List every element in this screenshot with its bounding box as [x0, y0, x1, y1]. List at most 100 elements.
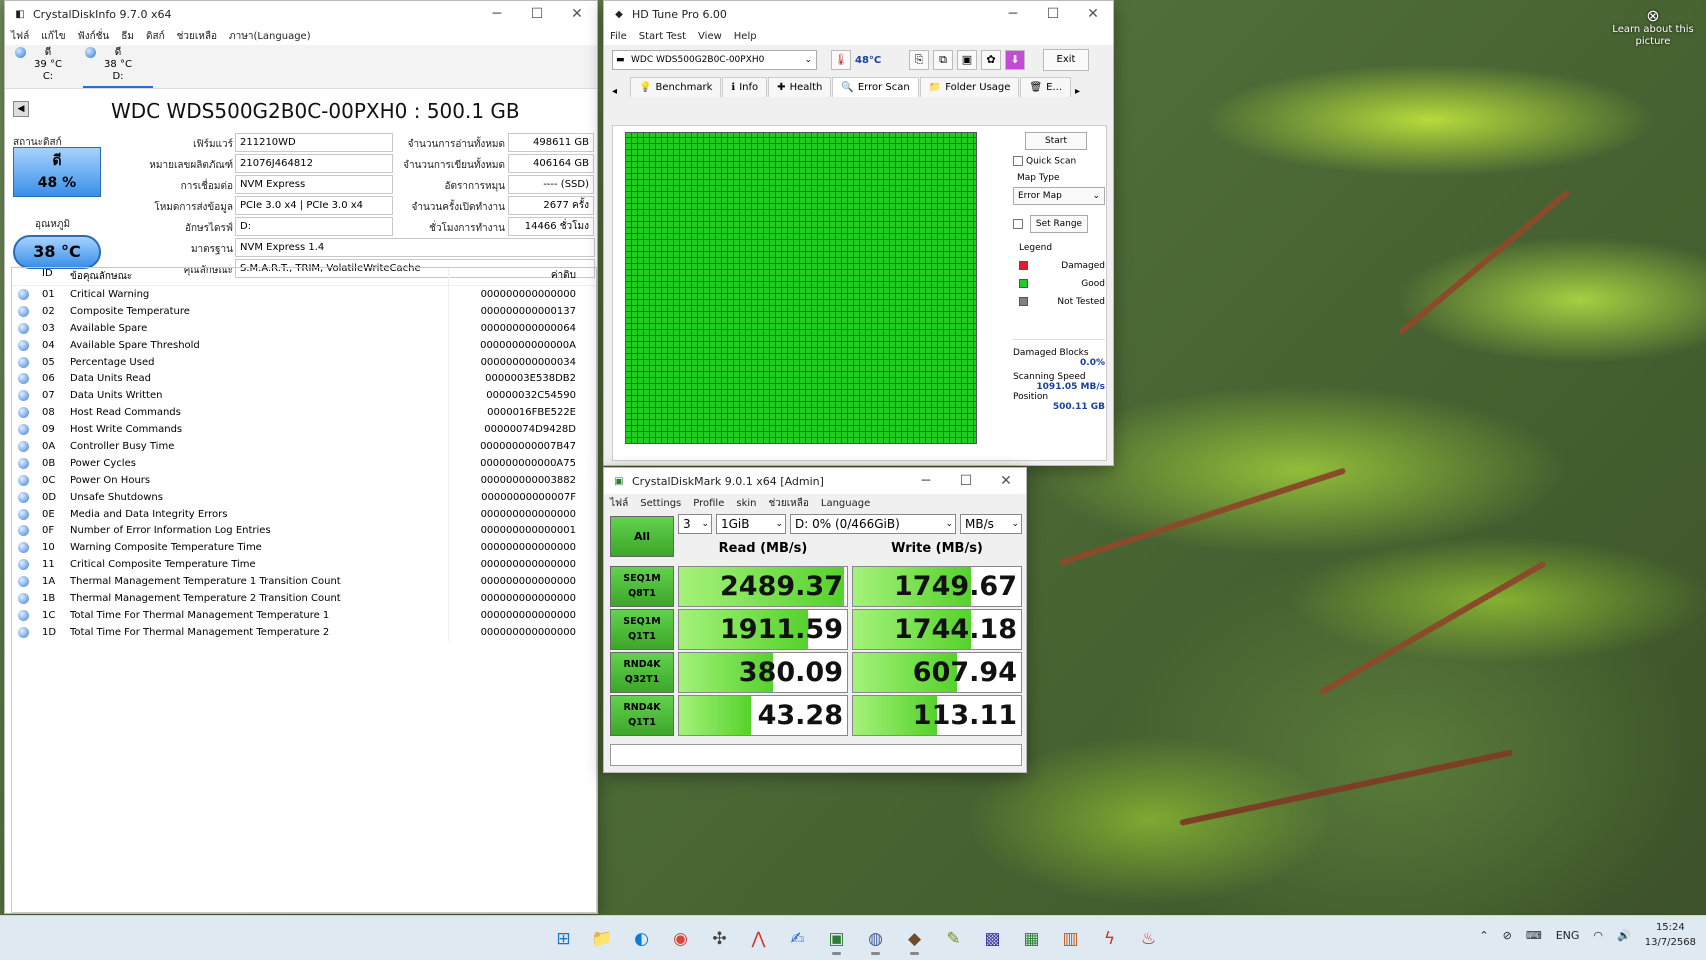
- tab-health[interactable]: ✚ Health: [768, 77, 832, 97]
- app-icon[interactable]: ✎: [936, 923, 971, 955]
- close-button[interactable]: ✕: [986, 473, 1026, 489]
- drive-select[interactable]: ▬ WDC WDS500G2B0C-00PXH0 ⌄: [612, 50, 817, 70]
- table-row[interactable]: 04 Available Spare Threshold 0000000000000…: [12, 336, 596, 354]
- menu-item[interactable]: ไฟล์: [610, 496, 628, 511]
- table-row[interactable]: 0B Power Cycles 000000000000A75: [12, 454, 596, 472]
- maximize-button[interactable]: ☐: [517, 6, 557, 22]
- table-row[interactable]: 07 Data Units Written 00000032C54590: [12, 387, 596, 405]
- table-row[interactable]: 0E Media and Data Integrity Errors 0000000…: [12, 505, 596, 523]
- test-size-select[interactable]: 1GiB ⌄: [716, 514, 786, 534]
- language-indicator[interactable]: ENG: [1556, 929, 1580, 942]
- save-download-icon[interactable]: ⬇: [1005, 50, 1025, 70]
- table-row[interactable]: 01 Critical Warning 000000000000000: [12, 286, 596, 303]
- edge-icon[interactable]: ◐: [624, 923, 659, 955]
- maximize-button[interactable]: ☐: [946, 473, 986, 489]
- start-button[interactable]: Start: [1025, 132, 1087, 150]
- set-range-checkbox[interactable]: Set Range: [1013, 214, 1105, 233]
- app-icon[interactable]: ▩: [975, 923, 1010, 955]
- menu-item[interactable]: Profile: [693, 498, 724, 509]
- column-header-raw[interactable]: ค่าดิบ: [449, 268, 584, 285]
- menu-item[interactable]: แก้ไข: [41, 29, 65, 44]
- options-icon[interactable]: ✿: [981, 50, 1001, 70]
- table-row[interactable]: 1C Total Time For Thermal Management Temp…: [12, 606, 596, 624]
- menu-item[interactable]: ไฟล์: [11, 29, 29, 44]
- drive-tab[interactable]: ดี 38 °C D:: [83, 45, 153, 88]
- table-row[interactable]: 02 Composite Temperature 000000000000137: [12, 302, 596, 320]
- test-rnd4k-q1t1-button[interactable]: RND4K Q1T1: [610, 695, 674, 736]
- test-seq1m-q8t1-button[interactable]: SEQ1M Q8T1: [610, 566, 674, 607]
- test-count-select[interactable]: 3 ⌄: [678, 514, 712, 534]
- column-header-attribute[interactable]: ข้อคุณลักษณะ: [64, 268, 449, 285]
- menu-item[interactable]: ภาษา(Language): [229, 29, 311, 44]
- menu-item[interactable]: Language: [821, 498, 870, 509]
- table-row[interactable]: 0A Controller Busy Time 000000000007B47: [12, 438, 596, 455]
- smart-attributes-table[interactable]: ID ข้อคุณลักษณะ ค่าดิบ 01 Critical Warnin…: [11, 267, 597, 913]
- unit-select[interactable]: MB/s ⌄: [960, 514, 1022, 534]
- menu-item[interactable]: skin: [736, 498, 756, 509]
- table-row[interactable]: 1B Thermal Management Temperature 2 Trans…: [12, 590, 596, 607]
- tab-e-[interactable]: 🗑 E...: [1020, 77, 1071, 97]
- table-row[interactable]: 10 Warning Composite Temperature Time 0000…: [12, 539, 596, 557]
- tab-scroll-left-icon[interactable]: ◂: [612, 86, 630, 97]
- chrome-icon[interactable]: ◉: [663, 923, 698, 955]
- menu-item[interactable]: ช่วยเหลือ: [177, 29, 217, 44]
- app-icon[interactable]: ▦: [1014, 923, 1049, 955]
- learn-about-picture[interactable]: ⊗ Learn about this picture: [1610, 8, 1696, 48]
- tab-scroll-right-icon[interactable]: ▸: [1072, 86, 1086, 97]
- table-row[interactable]: 0F Number of Error Information Log Entrie…: [12, 522, 596, 540]
- test-seq1m-q1t1-button[interactable]: SEQ1M Q1T1: [610, 609, 674, 650]
- copy-text-icon[interactable]: ⎘: [909, 50, 929, 70]
- menu-item[interactable]: Help: [734, 31, 757, 42]
- table-row[interactable]: 03 Available Spare 000000000000064: [12, 319, 596, 337]
- menu-item[interactable]: File: [610, 31, 627, 42]
- menu-item[interactable]: Settings: [640, 498, 681, 509]
- maximize-button[interactable]: ☐: [1033, 6, 1073, 22]
- keyboard-icon[interactable]: ⌨: [1526, 929, 1542, 942]
- clock[interactable]: 15:24 13/7/2568: [1645, 920, 1696, 950]
- run-all-button[interactable]: All: [610, 516, 674, 557]
- tab-benchmark[interactable]: 💡 Benchmark: [630, 77, 722, 97]
- app-icon[interactable]: ϟ: [1092, 923, 1127, 955]
- quick-scan-checkbox[interactable]: Quick Scan: [1013, 156, 1105, 167]
- test-rnd4k-q32t1-button[interactable]: RND4K Q32T1: [610, 652, 674, 693]
- crystaldiskmark-icon[interactable]: ◍: [858, 923, 893, 955]
- table-row[interactable]: 09 Host Write Commands 00000074D9428D: [12, 421, 596, 439]
- menu-item[interactable]: ดิสก์: [146, 29, 165, 44]
- chevron-up-icon[interactable]: ⌃: [1479, 929, 1488, 942]
- table-row[interactable]: 06 Data Units Read 0000003E538DB2: [12, 370, 596, 388]
- tab-error-scan[interactable]: 🔍 Error Scan: [832, 77, 919, 97]
- tab-info[interactable]: ℹ Info: [722, 77, 768, 97]
- wifi-icon[interactable]: ◠: [1593, 929, 1603, 942]
- menu-item[interactable]: Start Test: [639, 31, 686, 42]
- previous-drive-button[interactable]: ◀: [13, 101, 29, 117]
- acrobat-icon[interactable]: ⋀: [741, 923, 776, 955]
- table-row[interactable]: 0C Power On Hours 000000000003882: [12, 471, 596, 489]
- minimize-button[interactable]: ─: [906, 473, 946, 489]
- close-button[interactable]: ✕: [557, 6, 597, 22]
- network-disconnected-icon[interactable]: ⊘: [1503, 929, 1512, 942]
- app-icon[interactable]: ✍: [780, 923, 815, 955]
- test-drive-select[interactable]: D: 0% (0/466GiB) ⌄: [790, 514, 956, 534]
- table-row[interactable]: 1D Total Time For Thermal Management Temp…: [12, 623, 596, 641]
- app-icon[interactable]: ▥: [1053, 923, 1088, 955]
- table-row[interactable]: 1A Thermal Management Temperature 1 Trans…: [12, 573, 596, 591]
- menu-item[interactable]: View: [698, 31, 722, 42]
- table-row[interactable]: 08 Host Read Commands 0000016FBE522E: [12, 404, 596, 422]
- menu-item[interactable]: ฟังก์ชั่น: [78, 29, 110, 44]
- app-icon[interactable]: ♨: [1131, 923, 1166, 955]
- minimize-button[interactable]: ─: [993, 6, 1033, 22]
- hdtune-icon[interactable]: ◆: [897, 923, 932, 955]
- screenshot-camera-icon[interactable]: ▣: [957, 50, 977, 70]
- table-row[interactable]: 05 Percentage Used 000000000000034: [12, 353, 596, 371]
- start-icon[interactable]: ⊞: [546, 923, 581, 955]
- volume-icon[interactable]: 🔊: [1617, 929, 1631, 942]
- table-row[interactable]: 11 Critical Composite Temperature Time 000…: [12, 556, 596, 574]
- app-icon[interactable]: ✣: [702, 923, 737, 955]
- table-row[interactable]: 0D Unsafe Shutdowns 00000000000007F: [12, 488, 596, 506]
- map-type-select[interactable]: Error Map ⌄: [1013, 186, 1105, 205]
- menu-item[interactable]: ช่วยเหลือ: [768, 496, 808, 511]
- exit-button[interactable]: Exit: [1043, 49, 1089, 71]
- set-range-button[interactable]: Set Range: [1030, 214, 1088, 233]
- crystaldiskinfo-icon[interactable]: ▣: [819, 923, 854, 955]
- menu-item[interactable]: ธีม: [121, 29, 134, 44]
